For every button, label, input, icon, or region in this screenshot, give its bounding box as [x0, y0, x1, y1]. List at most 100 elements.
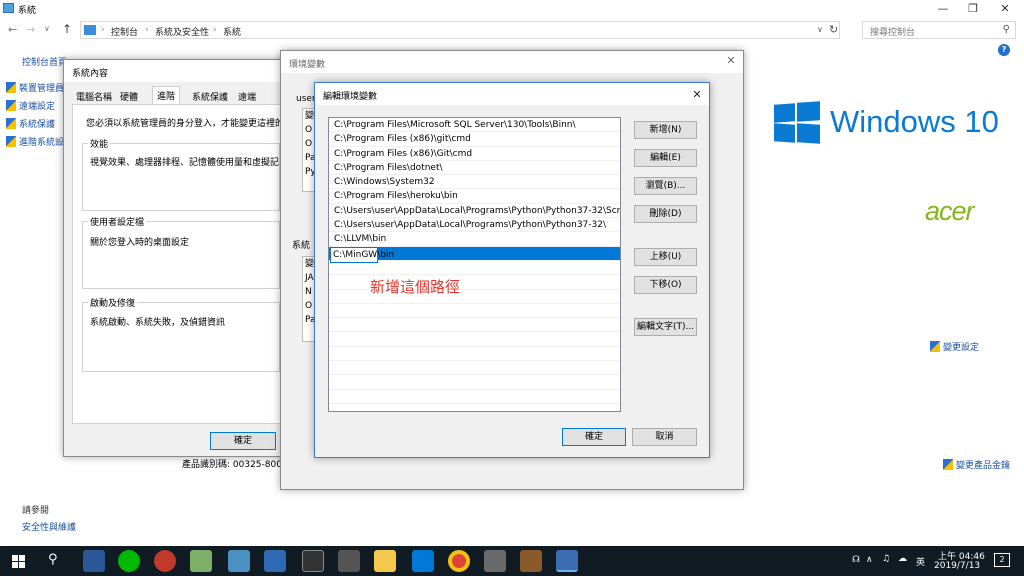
breadcrumb-system[interactable]: 系統 [223, 25, 241, 38]
path-edit-input[interactable]: C:\MinGW\bin [330, 246, 394, 263]
tab-system-protection[interactable]: 系統保護 [188, 88, 232, 104]
file-explorer-icon[interactable] [374, 550, 396, 572]
search-input[interactable]: 搜尋控制台 ⚲ [862, 21, 1016, 39]
nav-device-manager[interactable]: 裝置管理員 [6, 81, 64, 94]
clock-date[interactable]: 2019/7/13 [934, 561, 980, 571]
edit-env-ok-button[interactable]: 確定 [562, 428, 626, 446]
move-up-button[interactable]: 上移(U) [634, 248, 697, 266]
startup-recovery-desc: 系統啟動、系統失敗，及偵錯資訊 [90, 318, 226, 328]
system-vars-label: 系統 [292, 241, 311, 251]
minimize-button[interactable]: — [928, 0, 958, 18]
up-arrow-icon[interactable]: ↑ [62, 22, 72, 36]
system-window-icon [3, 3, 14, 13]
maximize-button[interactable]: ❐ [958, 0, 988, 18]
search-taskbar-icon[interactable]: ⚲ [48, 552, 58, 567]
network-icon[interactable]: ☁ [898, 554, 907, 564]
back-icon[interactable]: ← [8, 23, 17, 36]
env-close-icon[interactable]: ✕ [722, 52, 740, 70]
notification-count: 2 [999, 555, 1005, 564]
taskbar: ⚲ ☊ ∧ ♫ ☁ 英 上午 04:46 2019/7/13 2 [0, 546, 1024, 576]
paint-app-icon[interactable] [154, 550, 176, 572]
edit-text-button[interactable]: 編輯文字(T)... [634, 318, 697, 336]
ime-indicator[interactable]: 英 [916, 555, 925, 568]
system-window-titlebar: 系統 — ❐ ✕ [0, 0, 1024, 18]
help-icon[interactable]: ? [998, 44, 1010, 56]
recent-chevron-icon[interactable]: ∨ [44, 24, 50, 33]
path-row[interactable]: C:\Program Files\dotnet\ [329, 161, 620, 176]
security-maintenance-link[interactable]: 安全性與維護 [22, 520, 76, 533]
edit-button[interactable]: 編輯(E) [634, 149, 697, 167]
search-icon[interactable]: ⚲ [1003, 24, 1010, 35]
empty-row [329, 361, 620, 376]
path-list[interactable]: C:\Program Files\Microsoft SQL Server\13… [328, 117, 621, 412]
address-box[interactable]: › 控制台 › 系統及安全性 › 系統 ∨ ↻ [80, 21, 840, 39]
notepad-icon[interactable] [228, 550, 250, 572]
settings-app-icon[interactable] [484, 550, 506, 572]
startup-recovery-title: 啟動及修復 [88, 296, 138, 309]
empty-row [329, 318, 620, 333]
people-icon[interactable]: ☊ [852, 555, 860, 565]
address-dropdown-icon[interactable]: ∨ [817, 25, 823, 34]
user-profiles-title: 使用者設定檔 [88, 215, 147, 228]
volume-icon[interactable]: ♫ [882, 554, 890, 564]
terminal-icon[interactable] [302, 550, 324, 572]
change-settings-link[interactable]: 變更設定 [930, 340, 979, 353]
word-icon[interactable] [83, 550, 105, 572]
dev-app-icon[interactable] [264, 550, 286, 572]
empty-row [329, 390, 620, 404]
change-settings-label: 變更設定 [943, 343, 980, 353]
close-button[interactable]: ✕ [990, 0, 1020, 18]
tab-computer-name[interactable]: 電腦名稱 [72, 88, 116, 104]
refresh-icon[interactable]: ↻ [829, 23, 838, 36]
tab-remote[interactable]: 遠端 [234, 88, 260, 104]
user-profiles-group [82, 221, 280, 289]
path-row[interactable]: C:\LLVM\bin [329, 232, 620, 247]
vscode-icon[interactable] [412, 550, 434, 572]
empty-row [329, 332, 620, 347]
move-down-button[interactable]: 下移(O) [634, 276, 697, 294]
edit-env-cancel-button[interactable]: 取消 [632, 428, 697, 446]
browse-button[interactable]: 瀏覽(B)... [634, 177, 697, 195]
system-tray-chevron-icon[interactable]: ∧ [866, 555, 873, 565]
path-row[interactable]: C:\Program Files\Microsoft SQL Server\13… [329, 118, 620, 133]
archive-app-icon[interactable] [520, 550, 542, 572]
system-properties-ok-button[interactable]: 確定 [210, 432, 276, 450]
breadcrumb-control-panel[interactable]: 控制台 [111, 25, 138, 38]
notification-center-icon[interactable]: 2 [994, 553, 1010, 567]
edit-env-close-icon[interactable]: ✕ [688, 86, 706, 104]
nav-control-panel-home[interactable]: 控制台首頁 [22, 55, 67, 68]
path-row-selected[interactable]: C:\MinGW\bin [329, 246, 620, 263]
forward-icon[interactable]: → [26, 23, 35, 36]
path-row[interactable]: C:\Program Files (x86)\git\cmd [329, 132, 620, 147]
shield-icon [930, 341, 940, 352]
see-also-heading: 請參閱 [22, 506, 50, 516]
tab-hardware[interactable]: 硬體 [116, 88, 142, 104]
nav-system-protection[interactable]: 系統保護 [6, 117, 55, 130]
nav-remote-settings-label: 遠端設定 [19, 102, 56, 112]
line-icon[interactable] [118, 550, 140, 572]
windows-logo-icon [774, 101, 820, 144]
change-product-key-label: 變更產品金鑰 [956, 461, 1011, 471]
tablet-icon[interactable] [338, 550, 360, 572]
chrome-icon[interactable] [448, 550, 470, 572]
control-panel-taskbar-icon[interactable] [556, 550, 578, 572]
path-row[interactable]: C:\Users\user\AppData\Local\Programs\Pyt… [329, 218, 620, 233]
path-row[interactable]: C:\Users\user\AppData\Local\Programs\Pyt… [329, 204, 620, 219]
user-vars-label: user [296, 94, 316, 104]
start-windows-icon[interactable] [12, 555, 25, 568]
tab-advanced[interactable]: 進階 [152, 86, 181, 105]
breadcrumb-security[interactable]: 系統及安全性 [155, 25, 209, 38]
path-row[interactable]: C:\Program Files\heroku\bin [329, 189, 620, 204]
path-row[interactable]: C:\Windows\System32 [329, 175, 620, 190]
shield-icon [943, 459, 953, 470]
product-id: 產品識別碼: 00325-8000 [182, 460, 288, 470]
search-placeholder: 搜尋控制台 [870, 28, 916, 38]
photos-app-icon[interactable] [190, 550, 212, 572]
change-product-key-link[interactable]: 變更產品金鑰 [943, 458, 1010, 471]
nav-remote-settings[interactable]: 遠端設定 [6, 99, 55, 112]
delete-button[interactable]: 刪除(D) [634, 205, 697, 223]
path-row[interactable]: C:\Program Files (x86)\Git\cmd [329, 147, 620, 161]
user-profiles-desc: 關於您登入時的桌面設定 [90, 238, 190, 248]
new-button[interactable]: 新增(N) [634, 121, 697, 139]
acer-logo: acer [925, 196, 975, 226]
